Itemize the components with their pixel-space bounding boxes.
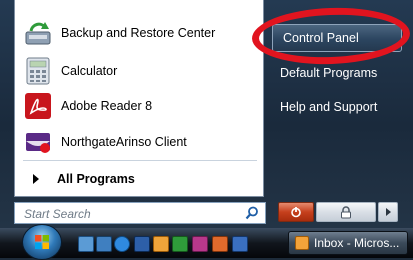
program-northgatearinso[interactable]: NorthgateArinso Client	[23, 125, 259, 159]
power-controls	[278, 202, 400, 224]
outlook-icon[interactable]	[153, 236, 169, 252]
all-programs-label: All Programs	[57, 172, 135, 186]
program-label: Calculator	[61, 64, 118, 78]
powerpoint-icon[interactable]	[212, 236, 228, 252]
start-button[interactable]	[22, 224, 62, 260]
triangle-right-icon	[33, 174, 39, 184]
menu-divider	[23, 160, 257, 161]
program-label: NorthgateArinso Client	[61, 135, 187, 149]
start-menu: Backup and Restore Center Calculator Ado…	[0, 0, 413, 228]
search-placeholder: Start Search	[24, 207, 91, 221]
adobe-reader-icon	[25, 93, 51, 119]
program-backup-restore[interactable]: Backup and Restore Center	[23, 16, 259, 50]
all-programs-button[interactable]: All Programs	[25, 169, 135, 189]
help-and-support-link[interactable]: Help and Support	[276, 96, 377, 118]
arrow-right-icon	[386, 208, 391, 216]
northgatearinso-icon	[26, 133, 50, 153]
default-programs-link[interactable]: Default Programs	[276, 62, 377, 84]
calculator-icon	[26, 57, 50, 85]
backup-restore-icon	[25, 22, 51, 45]
power-icon	[291, 207, 301, 218]
program-label: Backup and Restore Center	[61, 26, 216, 40]
windows-logo-icon	[35, 235, 49, 249]
word-icon[interactable]	[134, 236, 150, 252]
start-search-input[interactable]: Start Search	[14, 202, 266, 224]
search-icon[interactable]	[245, 206, 259, 220]
program-calculator[interactable]: Calculator	[23, 54, 259, 88]
shutdown-options-button[interactable]	[378, 202, 398, 222]
program-list: Backup and Restore Center Calculator Ado…	[14, 0, 264, 197]
switch-windows-icon[interactable]	[96, 236, 112, 252]
remote-desktop-icon[interactable]	[232, 236, 248, 252]
onenote-icon[interactable]	[192, 236, 208, 252]
program-label: Adobe Reader 8	[61, 99, 153, 113]
taskbar-window-outlook[interactable]: Inbox - Micros...	[288, 231, 408, 255]
help-and-support-label: Help and Support	[280, 100, 378, 114]
outlook-icon	[295, 236, 309, 250]
default-programs-label: Default Programs	[280, 66, 378, 80]
lock-button[interactable]	[316, 202, 376, 222]
lock-icon	[341, 205, 351, 218]
program-adobe-reader[interactable]: Adobe Reader 8	[23, 89, 259, 123]
show-desktop-icon[interactable]	[78, 236, 94, 252]
power-button[interactable]	[278, 202, 314, 222]
taskbar-window-label: Inbox - Micros...	[314, 236, 400, 250]
internet-explorer-icon[interactable]	[114, 236, 130, 252]
excel-icon[interactable]	[172, 236, 188, 252]
